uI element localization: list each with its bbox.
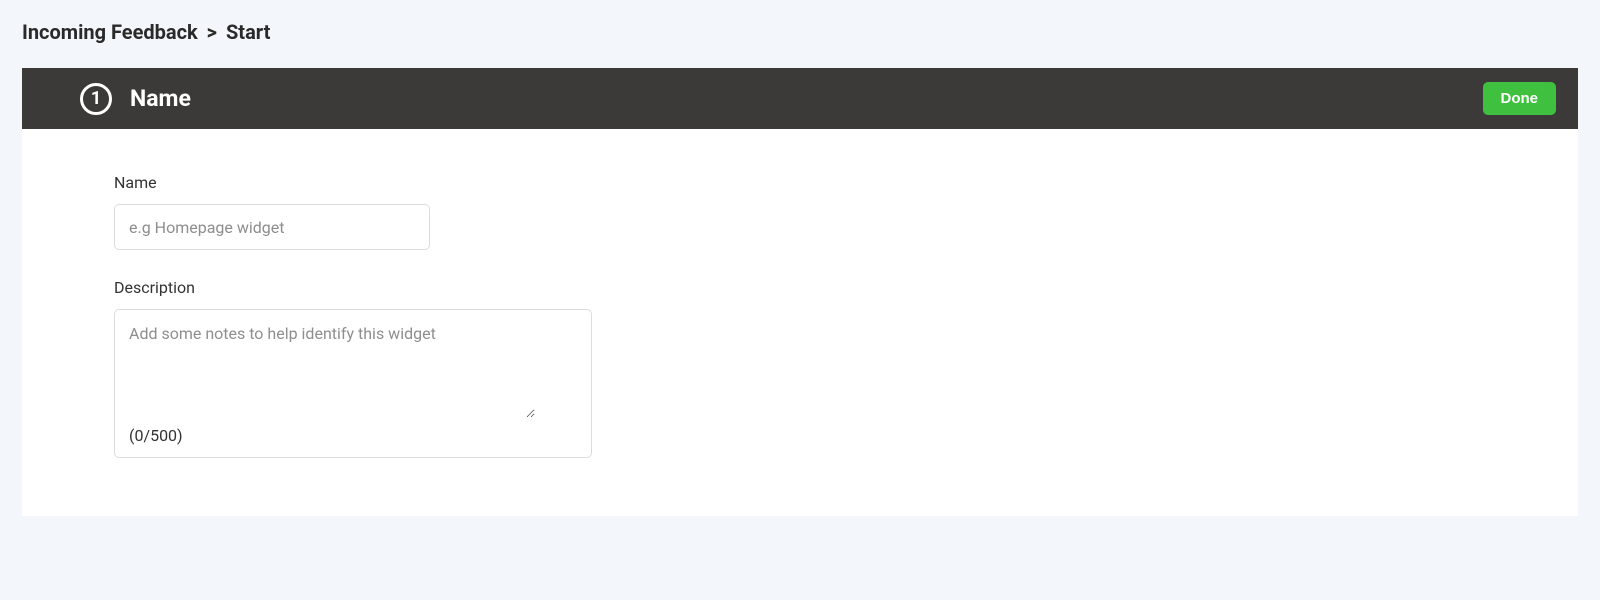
description-counter: (0/500) [129, 426, 577, 445]
description-field-row: Description (0/500) [114, 278, 1506, 458]
name-panel: 1 Name Done Name Description (0/500) [22, 68, 1578, 516]
breadcrumb: Incoming Feedback > Start [0, 0, 1600, 68]
name-input[interactable] [114, 204, 430, 250]
panel-title: Name [130, 85, 1483, 112]
name-field-row: Name [114, 173, 1506, 250]
done-button[interactable]: Done [1483, 82, 1557, 115]
description-label: Description [114, 278, 1506, 297]
step-number: 1 [91, 88, 101, 109]
panel-body: Name Description (0/500) [22, 129, 1578, 516]
name-label: Name [114, 173, 1506, 192]
panel-header: 1 Name Done [22, 68, 1578, 129]
breadcrumb-current: Start [226, 20, 270, 44]
breadcrumb-root[interactable]: Incoming Feedback [22, 20, 198, 44]
breadcrumb-separator-icon: > [203, 20, 221, 44]
description-textarea[interactable] [129, 324, 535, 418]
description-box: (0/500) [114, 309, 592, 458]
step-number-icon: 1 [80, 83, 112, 115]
